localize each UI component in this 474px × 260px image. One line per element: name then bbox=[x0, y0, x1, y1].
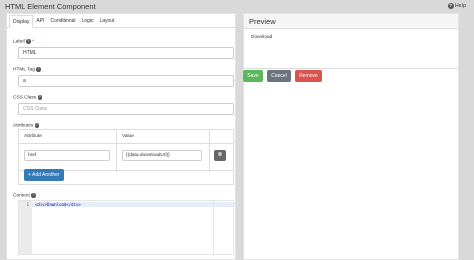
info-icon: ? bbox=[34, 123, 40, 128]
remove-button[interactable]: Remove bbox=[295, 70, 322, 82]
add-another-button[interactable]: + Add Another bbox=[24, 169, 64, 181]
info-icon: ? bbox=[31, 193, 36, 198]
attribute-name-input[interactable]: href bbox=[24, 150, 110, 161]
info-icon: ? bbox=[26, 39, 31, 44]
html-tag-input[interactable]: a bbox=[18, 75, 234, 87]
dialog-title: HTML Element Component bbox=[5, 2, 96, 11]
help-icon: ? bbox=[447, 3, 454, 9]
remove-circle-icon: ⊗ bbox=[217, 152, 223, 158]
value-column-header: Value bbox=[122, 134, 134, 139]
content-code-editor[interactable]: 1 <div>Download</div> bbox=[18, 200, 235, 255]
info-icon: ? bbox=[36, 67, 41, 72]
tab-conditional[interactable]: Conditional bbox=[47, 15, 78, 27]
preview-panel: Preview Download bbox=[243, 13, 459, 260]
remove-attribute-button[interactable]: ⊗ bbox=[214, 150, 226, 161]
tab-api[interactable]: API bbox=[33, 15, 47, 27]
help-link[interactable]: ? Help bbox=[447, 3, 466, 9]
label-input[interactable]: HTML bbox=[18, 47, 234, 59]
tab-display[interactable]: Display bbox=[9, 15, 34, 28]
css-class-label: CSS Class ? bbox=[13, 95, 43, 101]
info-icon: ? bbox=[37, 95, 43, 100]
attributes-table: Attribute Value href {{data.downloadUrl}… bbox=[18, 129, 234, 185]
label-field-label: Label ? * bbox=[13, 39, 34, 45]
column-divider bbox=[116, 130, 117, 172]
tab-logic[interactable]: Logic bbox=[79, 15, 97, 27]
content-label: Content ? bbox=[13, 193, 36, 199]
help-label: Help bbox=[454, 3, 466, 9]
preview-body: Download bbox=[244, 30, 458, 69]
preview-title: Preview bbox=[244, 14, 458, 29]
column-divider bbox=[209, 130, 210, 172]
settings-tabs: Display API Conditional Logic Layout bbox=[7, 14, 235, 28]
editor-code-line[interactable]: <div>Download</div> bbox=[35, 202, 81, 207]
css-class-input[interactable]: CSS Class bbox=[18, 103, 234, 115]
line-number: 1 bbox=[26, 202, 29, 207]
attribute-value-input[interactable]: {{data.downloadUrl}} bbox=[122, 150, 202, 161]
editor-gutter: 1 bbox=[19, 201, 32, 254]
attribute-column-header: Attribute bbox=[24, 134, 42, 139]
save-button[interactable]: Save bbox=[243, 70, 263, 82]
required-marker: * bbox=[31, 39, 34, 45]
cancel-button[interactable]: Cancel bbox=[267, 70, 291, 82]
print-margin bbox=[213, 201, 214, 254]
preview-content: Download bbox=[251, 35, 273, 40]
tab-layout[interactable]: Layout bbox=[96, 15, 117, 27]
html-tag-label: HTML Tag ? bbox=[13, 67, 41, 73]
plus-icon: + bbox=[28, 172, 31, 178]
attributes-label: Attributes ? bbox=[13, 123, 40, 129]
attributes-header: Attribute Value bbox=[19, 130, 233, 144]
settings-panel: Display API Conditional Logic Layout Lab… bbox=[6, 13, 236, 260]
